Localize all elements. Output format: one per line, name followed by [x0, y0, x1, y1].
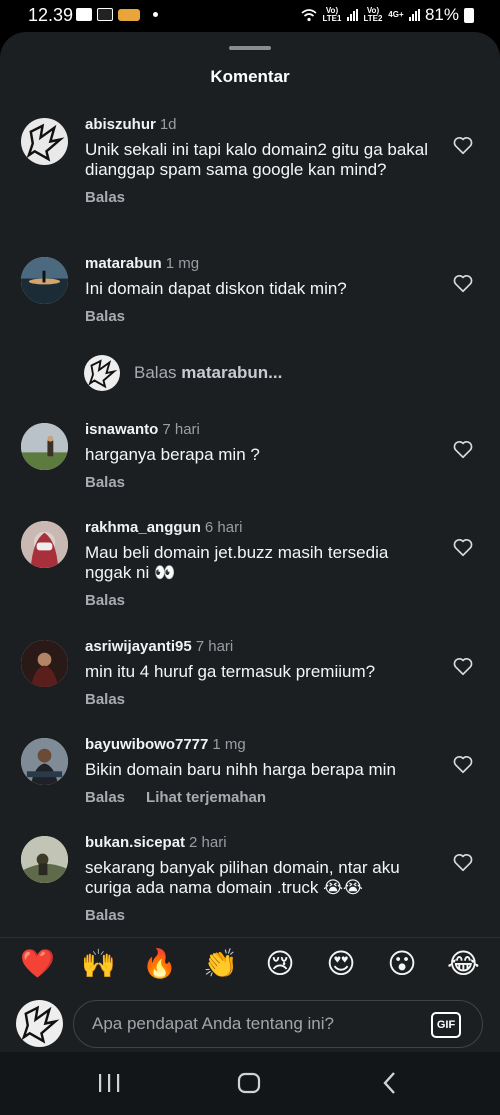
wifi-icon: [301, 9, 317, 22]
emoji-crying-button[interactable]: 😢: [264, 948, 296, 980]
heart-outline-icon[interactable]: [452, 272, 474, 294]
comment-text: min itu 4 huruf ga termasuk premiium?: [85, 662, 376, 681]
heart-outline-icon[interactable]: [452, 655, 474, 677]
comment-time: 2 hari: [189, 834, 227, 851]
avatar[interactable]: [21, 836, 68, 883]
comment-text: Ini domain dapat diskon tidak min?: [85, 279, 347, 298]
comment-text: Mau beli domain jet.buzz masih tersedia …: [85, 543, 389, 582]
notification-icons: [76, 8, 158, 21]
system-nav-bar: [0, 1052, 500, 1115]
reply-button[interactable]: Balas: [85, 789, 125, 806]
comment-time: 7 hari: [195, 638, 234, 655]
heart-outline-icon[interactable]: [452, 753, 474, 775]
reply-button[interactable]: Balas: [85, 592, 125, 609]
recents-icon[interactable]: [94, 1070, 124, 1096]
emoji-clap-button[interactable]: 👏: [203, 948, 238, 980]
comment-text: Unik sekali ini tapi kalo domain2 gitu g…: [85, 140, 429, 179]
comment-text: sekarang banyak pilihan domain, ntar aku…: [85, 858, 400, 897]
reply-button[interactable]: Balas: [85, 308, 125, 325]
battery-icon: [464, 7, 474, 23]
avatar[interactable]: [21, 521, 68, 568]
reply-prompt-prefix: Balas: [134, 363, 177, 382]
reply-button[interactable]: Balas: [85, 189, 125, 206]
heart-outline-icon[interactable]: [452, 851, 474, 873]
current-user-avatar: [16, 1000, 63, 1047]
divider: [0, 937, 500, 938]
comment-input-placeholder: Apa pendapat Anda tentang ini?: [92, 1014, 334, 1033]
view-replies-row[interactable]: Balas matarabun...: [84, 355, 282, 391]
comment-username[interactable]: rakhma_anggun: [85, 519, 201, 536]
emoji-laughing-button[interactable]: 😂: [447, 948, 480, 980]
status-bar: 12.39 Vo) LTE1 Vo) LTE2 4G+ 81%: [0, 0, 500, 32]
network-type: 4G+: [388, 10, 404, 19]
gmail-icon: [76, 8, 92, 21]
avatar: [84, 355, 120, 391]
sim2-tag: Vo) LTE2: [363, 6, 383, 23]
comment-time: 6 hari: [204, 519, 243, 536]
emoji-heart-button[interactable]: ❤️: [20, 948, 55, 980]
sim1-tag: Vo) LTE1: [322, 6, 342, 23]
youtube-icon: [97, 8, 113, 21]
gif-button[interactable]: GIF: [431, 1012, 461, 1038]
comment-username[interactable]: matarabun: [85, 255, 162, 272]
more-notifications-icon: [153, 12, 158, 17]
heart-outline-icon[interactable]: [452, 134, 474, 156]
comment-time: 1 mg: [212, 736, 246, 753]
back-icon[interactable]: [375, 1070, 405, 1096]
avatar[interactable]: [21, 257, 68, 304]
comment-time: 1d: [159, 116, 177, 133]
comment-username[interactable]: abiszuhur: [85, 116, 156, 133]
signal-icon: [346, 9, 358, 21]
comment-username[interactable]: asriwijayanti95: [85, 638, 192, 655]
reply-prompt-target: matarabun...: [181, 363, 283, 382]
status-right: Vo) LTE1 Vo) LTE2 4G+ 81%: [301, 5, 474, 25]
battery-percent: 81%: [424, 5, 459, 24]
heart-outline-icon[interactable]: [452, 438, 474, 460]
avatar[interactable]: [21, 738, 68, 785]
emoji-surprised-button[interactable]: 😮: [386, 948, 418, 980]
sheet-grabber[interactable]: [229, 46, 271, 50]
comment-time: 7 hari: [162, 421, 200, 438]
reply-button[interactable]: Balas: [85, 907, 125, 924]
signal-icon-2: [408, 9, 420, 21]
avatar[interactable]: [21, 423, 68, 470]
app-icon: [118, 8, 140, 21]
avatar[interactable]: [21, 640, 68, 687]
comment-username[interactable]: isnawanto: [85, 421, 158, 438]
reply-button[interactable]: Balas: [85, 691, 125, 708]
status-time: 12.39: [28, 5, 74, 25]
heart-outline-icon[interactable]: [452, 536, 474, 558]
sheet-title: Komentar: [210, 67, 290, 86]
reply-button[interactable]: Balas: [85, 474, 125, 491]
emoji-quick-bar: ❤️ 🙌 🔥 👏 😢 😍 😮 😂: [0, 948, 500, 988]
comment-input[interactable]: Apa pendapat Anda tentang ini? GIF: [73, 1000, 483, 1048]
see-translation-button[interactable]: Lihat terjemahan: [146, 789, 266, 806]
emoji-fire-button[interactable]: 🔥: [142, 948, 177, 980]
home-icon[interactable]: [234, 1070, 264, 1096]
emoji-raised-hands-button[interactable]: 🙌: [81, 948, 116, 980]
comment-text: harganya berapa min ?: [85, 445, 260, 464]
comment-username[interactable]: bayuwibowo7777: [85, 736, 208, 753]
avatar[interactable]: [21, 118, 68, 165]
comment-username[interactable]: bukan.sicepat: [85, 834, 185, 851]
comment-time: 1 mg: [165, 255, 200, 272]
comment-text: Bikin domain baru nihh harga berapa min: [85, 760, 396, 779]
reply-prompt: Balas matarabun...: [134, 363, 282, 383]
emoji-heart-eyes-button[interactable]: 😍: [325, 948, 357, 980]
